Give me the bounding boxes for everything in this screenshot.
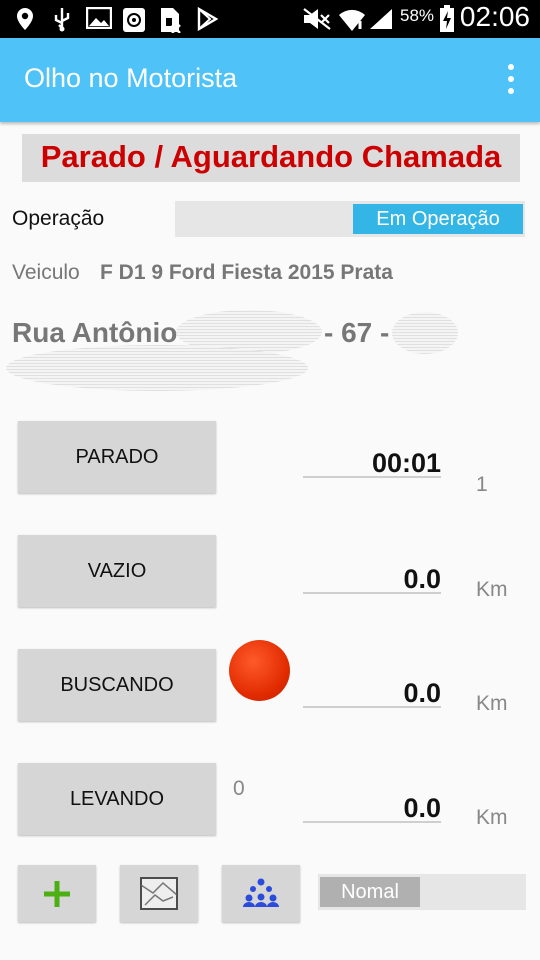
battery-charging-icon [440,5,454,32]
battery-percent: 58% [400,6,435,25]
redaction-scribble [392,312,458,354]
map-button[interactable] [120,865,198,922]
redaction-scribble [6,345,308,391]
group-people-icon [243,878,279,907]
parado-time-field[interactable]: 00:01 [303,448,441,478]
levando-button[interactable]: LEVANDO [18,763,216,835]
accessibility-icon [123,8,145,32]
parado-button[interactable]: PARADO [18,421,216,493]
address-number: - 67 - [324,317,390,348]
add-plus-icon [44,881,70,907]
app-title: Olho no Motorista [24,63,238,93]
traffic-mode-switch[interactable]: Nomal [318,874,526,910]
record-indicator [229,640,290,701]
buscando-distance-field[interactable]: 0.0 [303,678,441,708]
mute-icon [303,8,331,30]
vehicle-label: Veiculo [12,261,80,284]
sim-card-icon [161,8,181,33]
location-pin-icon [17,8,33,30]
traffic-mode-toggle[interactable]: Nomal [320,877,420,907]
vazio-distance-field[interactable]: 0.0 [303,564,441,594]
overflow-menu-icon[interactable] [496,58,526,102]
address-street: Rua Antônio [12,317,178,348]
buscando-button[interactable]: BUSCANDO [18,649,216,721]
operation-switch[interactable]: Em Operação [175,201,525,237]
action-bar: Olho no Motorista [0,38,540,122]
clock: 02:06 [459,1,530,32]
status-bar: 58% 02:06 [0,0,540,38]
operation-toggle[interactable]: Em Operação [353,204,523,234]
operation-label: Operação [12,207,105,230]
map-icon [140,877,178,910]
play-store-icon [197,7,218,31]
levando-distance-field[interactable]: 0.0 [303,793,441,823]
buscando-unit: Km [476,692,508,715]
usb-icon [54,8,70,32]
trip-counter: 0 [233,777,245,800]
signal-icon [370,9,392,29]
parado-count: 1 [476,473,488,496]
status-text: Parado / Aguardando Chamada [40,139,502,174]
wifi-icon [339,9,365,31]
levando-unit: Km [476,806,508,829]
vazio-unit: Km [476,578,508,601]
group-button[interactable] [222,865,300,922]
vazio-button[interactable]: VAZIO [18,535,216,607]
image-icon [86,7,112,29]
add-button[interactable] [18,865,96,922]
vehicle-value: F D1 9 Ford Fiesta 2015 Prata [100,261,393,284]
status-banner: Parado / Aguardando Chamada [22,134,520,182]
